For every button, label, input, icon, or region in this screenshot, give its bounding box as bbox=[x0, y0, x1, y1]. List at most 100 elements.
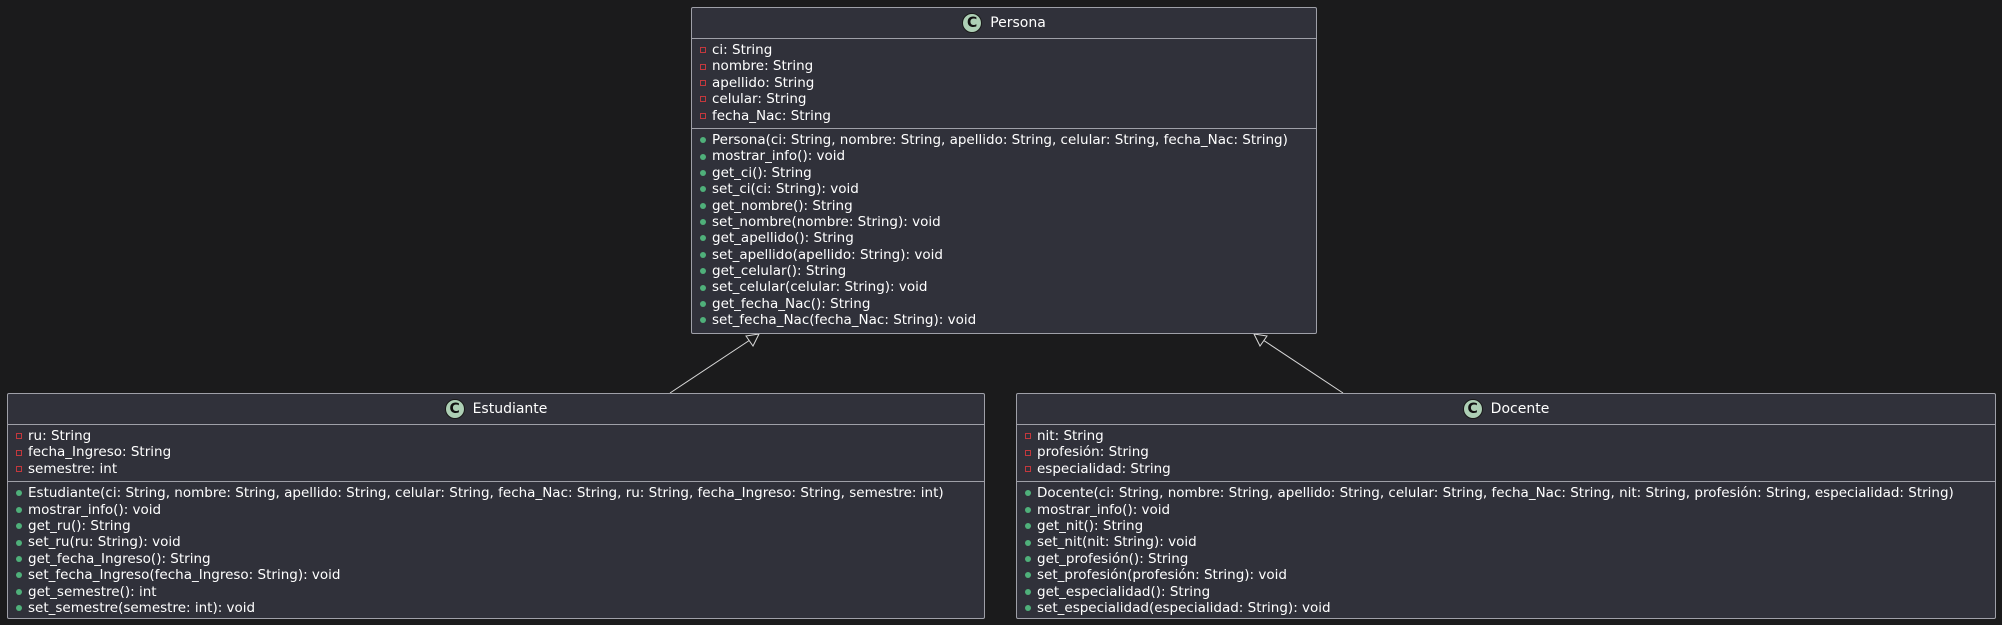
member-label: semestre: int bbox=[28, 460, 118, 477]
estudiante-attributes: ru: String fecha_Ingreso: String semestre:… bbox=[8, 425, 984, 481]
public-visibility-icon bbox=[700, 169, 706, 176]
public-visibility-icon bbox=[16, 506, 22, 513]
class-method: set_celular(celular: String): void bbox=[692, 279, 1316, 295]
class-method: set_profesión(profesión: String): void bbox=[1017, 567, 1995, 583]
class-method: get_fecha_Nac(): String bbox=[692, 296, 1316, 312]
member-label: set_profesión(profesión: String): void bbox=[1037, 567, 1287, 584]
class-method: set_fecha_Ingreso(fecha_Ingreso: String)… bbox=[8, 567, 984, 583]
private-visibility-icon bbox=[700, 63, 706, 70]
estudiante-class[interactable]: C Estudiante ru: String fecha_Ingreso: St… bbox=[7, 393, 985, 619]
class-method: set_nombre(nombre: String): void bbox=[692, 214, 1316, 230]
member-label: get_nombre(): String bbox=[712, 197, 853, 214]
member-label: set_nit(nit: String): void bbox=[1037, 534, 1197, 551]
member-label: especialidad: String bbox=[1037, 460, 1171, 477]
class-method: set_especialidad(especialidad: String): … bbox=[1017, 600, 1995, 616]
class-method: Docente(ci: String, nombre: String, apel… bbox=[1017, 485, 1995, 501]
private-visibility-icon bbox=[16, 465, 22, 472]
member-label: fecha_Nac: String bbox=[712, 107, 831, 124]
estudiante-class-name: Estudiante bbox=[472, 401, 548, 417]
public-visibility-icon bbox=[700, 153, 706, 160]
member-label: get_profesión(): String bbox=[1037, 550, 1189, 567]
member-label: set_especialidad(especialidad: String): … bbox=[1037, 599, 1331, 616]
member-label: nombre: String bbox=[712, 58, 814, 75]
member-label: set_apellido(apellido: String): void bbox=[712, 246, 943, 263]
class-method: set_ru(ru: String): void bbox=[8, 534, 984, 550]
member-label: mostrar_info(): void bbox=[28, 501, 162, 518]
public-visibility-icon bbox=[16, 572, 22, 579]
class-method: get_semestre(): int bbox=[8, 584, 984, 600]
member-label: fecha_Ingreso: String bbox=[28, 444, 172, 461]
class-badge-icon: C bbox=[962, 13, 983, 33]
class-attribute: apellido: String bbox=[692, 75, 1316, 91]
class-method: mostrar_info(): void bbox=[8, 502, 984, 518]
estudiante-extends-persona-arrowhead bbox=[745, 333, 760, 347]
private-visibility-icon bbox=[700, 112, 706, 119]
class-method: get_profesión(): String bbox=[1017, 551, 1995, 567]
persona-methods: Persona(ci: String, nombre: String, apel… bbox=[692, 127, 1316, 333]
class-attribute: semestre: int bbox=[8, 461, 984, 477]
class-method: get_nombre(): String bbox=[692, 198, 1316, 214]
docente-class-header: C Docente bbox=[1017, 394, 1995, 425]
member-label: mostrar_info(): void bbox=[712, 148, 846, 165]
class-method: set_apellido(apellido: String): void bbox=[692, 247, 1316, 263]
member-label: get_ru(): String bbox=[28, 517, 131, 534]
class-method: Estudiante(ci: String, nombre: String, a… bbox=[8, 485, 984, 501]
class-badge-icon: C bbox=[444, 399, 465, 419]
class-method: Persona(ci: String, nombre: String, apel… bbox=[692, 132, 1316, 148]
member-label: mostrar_info(): void bbox=[1037, 501, 1171, 518]
estudiante-extends-persona-line bbox=[669, 333, 760, 394]
class-attribute: especialidad: String bbox=[1017, 461, 1995, 477]
member-label: get_fecha_Nac(): String bbox=[712, 295, 871, 312]
private-visibility-icon bbox=[16, 433, 22, 440]
public-visibility-icon bbox=[1025, 605, 1031, 612]
class-method: get_nit(): String bbox=[1017, 518, 1995, 534]
public-visibility-icon bbox=[700, 317, 706, 324]
private-visibility-icon bbox=[700, 96, 706, 103]
member-label: Persona(ci: String, nombre: String, apel… bbox=[712, 131, 1288, 148]
public-visibility-icon bbox=[700, 235, 706, 242]
member-label: get_semestre(): int bbox=[28, 583, 157, 600]
member-label: set_ru(ru: String): void bbox=[28, 534, 181, 551]
member-label: get_celular(): String bbox=[712, 263, 847, 280]
public-visibility-icon bbox=[16, 490, 22, 497]
class-badge-icon: C bbox=[1462, 399, 1483, 419]
class-method: mostrar_info(): void bbox=[1017, 502, 1995, 518]
member-label: set_celular(celular: String): void bbox=[712, 279, 928, 296]
docente-methods: Docente(ci: String, nombre: String, apel… bbox=[1017, 481, 1995, 620]
docente-attributes: nit: String profesión: String especialidad… bbox=[1017, 425, 1995, 481]
private-visibility-icon bbox=[700, 79, 706, 86]
public-visibility-icon bbox=[700, 219, 706, 226]
public-visibility-icon bbox=[1025, 572, 1031, 579]
member-label: celular: String bbox=[712, 91, 807, 108]
member-label: Estudiante(ci: String, nombre: String, a… bbox=[28, 485, 944, 502]
class-attribute: ru: String bbox=[8, 428, 984, 444]
public-visibility-icon bbox=[16, 539, 22, 546]
class-method: get_ci(): String bbox=[692, 165, 1316, 181]
class-attribute: nombre: String bbox=[692, 58, 1316, 74]
public-visibility-icon bbox=[16, 555, 22, 562]
member-label: set_fecha_Nac(fecha_Nac: String): void bbox=[712, 312, 977, 329]
public-visibility-icon bbox=[700, 268, 706, 275]
private-visibility-icon bbox=[16, 449, 22, 456]
class-method: get_especialidad(): String bbox=[1017, 584, 1995, 600]
docente-class[interactable]: C Docente nit: String profesión: String es… bbox=[1016, 393, 1996, 619]
class-method: set_ci(ci: String): void bbox=[692, 181, 1316, 197]
public-visibility-icon bbox=[16, 588, 22, 595]
private-visibility-icon bbox=[1025, 433, 1031, 440]
member-label: Docente(ci: String, nombre: String, apel… bbox=[1037, 485, 1954, 502]
member-label: set_fecha_Ingreso(fecha_Ingreso: String)… bbox=[28, 567, 341, 584]
persona-class-name: Persona bbox=[990, 15, 1046, 31]
estudiante-class-header: C Estudiante bbox=[8, 394, 984, 425]
class-attribute: celular: String bbox=[692, 91, 1316, 107]
class-attribute: profesión: String bbox=[1017, 444, 1995, 460]
member-label: get_fecha_Ingreso(): String bbox=[28, 550, 211, 567]
class-attribute: ci: String bbox=[692, 42, 1316, 58]
persona-class[interactable]: C Persona ci: String nombre: String apelli… bbox=[691, 7, 1317, 334]
public-visibility-icon bbox=[1025, 588, 1031, 595]
class-method: get_celular(): String bbox=[692, 263, 1316, 279]
member-label: apellido: String bbox=[712, 74, 815, 91]
public-visibility-icon bbox=[700, 137, 706, 144]
docente-extends-persona-arrowhead bbox=[1253, 333, 1268, 347]
public-visibility-icon bbox=[700, 202, 706, 209]
private-visibility-icon bbox=[700, 47, 706, 54]
